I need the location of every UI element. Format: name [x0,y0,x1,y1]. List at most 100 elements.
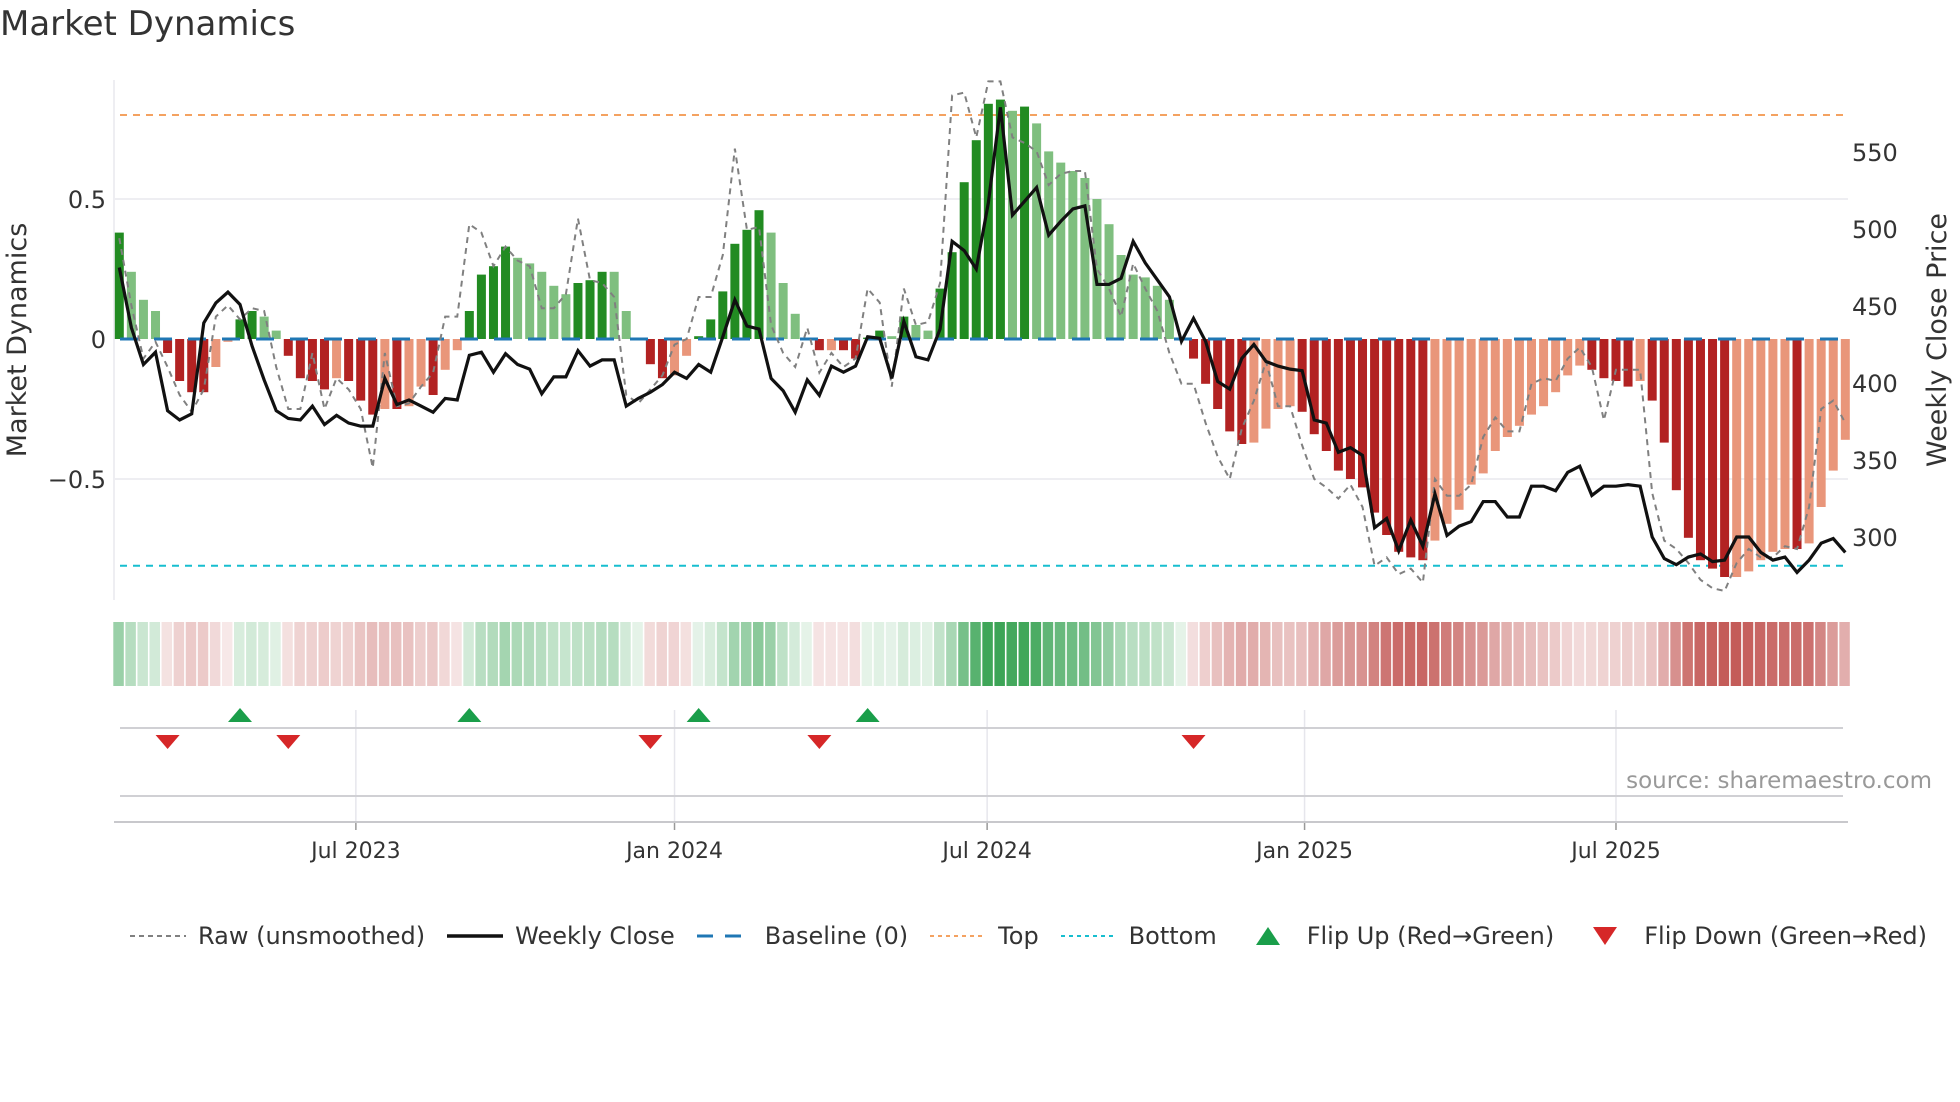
x-tick-label: Jan 2025 [1254,839,1353,864]
dynamics-bar [730,243,740,339]
dynamics-bar [344,339,354,381]
heat-strip-cell [258,622,269,686]
triangle-up-icon [1255,927,1280,945]
dynamics-bar [1370,339,1380,513]
heat-strip-cell [1718,622,1730,686]
flip-down-marker [1181,735,1206,749]
dynamics-bar [283,339,293,356]
dynamics-bar [826,339,836,351]
legend-label: Top [998,922,1039,950]
heat-strip-cell [1525,622,1536,686]
legend-close-line-icon [447,934,504,938]
heat-strip-cell [559,622,571,686]
heat-strip-cell [1754,622,1766,686]
dynamics-bar [151,311,161,339]
dynamics-bar [1068,171,1078,339]
dynamics-bar [501,246,511,339]
heat-strip-cell [161,622,173,686]
dynamics-bar [1128,274,1138,339]
dynamics-bar [1502,339,1512,437]
heat-strip-cell [1597,622,1609,686]
dynamics-bar [1490,339,1500,451]
heat-strip-cell [1066,622,1078,686]
dynamics-bar [814,339,824,351]
flip-up-marker [228,708,252,722]
heat-strip-cell [246,622,257,686]
dynamics-bar [452,339,462,351]
heat-strip-cell [753,622,764,686]
y2-tick-label: 400 [1852,370,1898,398]
heat-strip-cell [921,622,933,686]
dynamics-bar [1454,339,1464,510]
dynamics-bar [428,339,438,395]
heat-strip-cell [402,622,414,686]
heat-strip-cell [1501,622,1512,686]
heat-strip-cell [1561,622,1573,686]
heat-strip-cell [439,622,450,686]
heat-strip-cell [1344,622,1355,686]
dynamics-bar [1780,339,1790,549]
heat-strip-cell [849,622,861,686]
heat-strip-cell [1284,622,1295,686]
flip-down-marker [807,735,832,749]
heat-strip-cell [970,622,981,686]
heat-strip-cell [1392,622,1404,686]
x-tick-label: Jan 2024 [624,839,723,864]
heat-strip-cell [330,622,342,686]
dynamics-bar [1394,339,1404,552]
dynamics-bar [1563,339,1573,376]
dynamics-bar [1623,339,1633,387]
dynamics-bar [1756,339,1766,561]
legend-raw: Raw (unsmoothed) [130,922,425,950]
dynamics-bar [488,266,498,339]
legend-flip-down: Flip Down (Green→Red) [1590,922,1927,950]
dynamics-bar [1044,151,1054,339]
dynamics-bar [645,339,655,365]
dynamics-bar [1382,339,1392,535]
heat-strip-cell [415,622,426,686]
heat-strip-cell [1332,622,1343,686]
y2-tick-label: 350 [1852,447,1898,475]
heat-strip-cell [463,622,474,686]
y-tick-label: 0 [91,326,106,354]
heat-strip-cell [1694,622,1705,686]
legend-bottom-line-icon [1060,935,1117,937]
dynamics-bar [1466,339,1476,485]
heat-strip-cell [1320,622,1331,686]
dynamics-bar [1345,339,1355,479]
flip-up-marker [686,708,711,722]
y2-tick-label: 300 [1852,524,1898,552]
dynamics-bar [332,339,342,379]
dynamics-bar [1599,339,1609,379]
dynamics-bar [778,283,788,339]
y2-tick-label: 550 [1852,139,1898,167]
heat-strip-cell [897,622,909,686]
heat-strip-cell [1163,622,1174,686]
dynamics-bar [573,283,583,339]
dynamics-bar [307,339,317,381]
legend-close: Weekly Close [447,922,675,950]
dynamics-bar [1840,339,1850,440]
heat-strip-cell [125,622,136,686]
heat-strip-cell [1778,622,1790,686]
heat-strip-cell [994,622,1005,686]
heat-strip-cell [1151,622,1162,686]
heat-strip-cell [1247,622,1259,686]
heat-strip-cell [1054,622,1066,686]
heat-strip-cell [1609,622,1621,686]
dynamics-bar [911,325,921,339]
heat-strip-cell [1585,622,1597,686]
dynamics-bar [887,336,897,339]
dynamics-bar [971,140,981,339]
heat-strip-cell [1211,622,1223,686]
heat-strip-cell [294,622,305,686]
legend-baseline: Baseline (0) [696,922,908,950]
dynamics-bar [1285,339,1295,407]
legend-label: Flip Up (Red→Green) [1306,922,1555,950]
heat-strip-cell [837,622,848,686]
dynamics-bar [585,280,595,339]
dynamics-bar [1720,339,1730,577]
heat-strip-cell [1658,622,1669,686]
dynamics-bar [1032,123,1042,340]
heat-strip-cell [909,622,921,686]
